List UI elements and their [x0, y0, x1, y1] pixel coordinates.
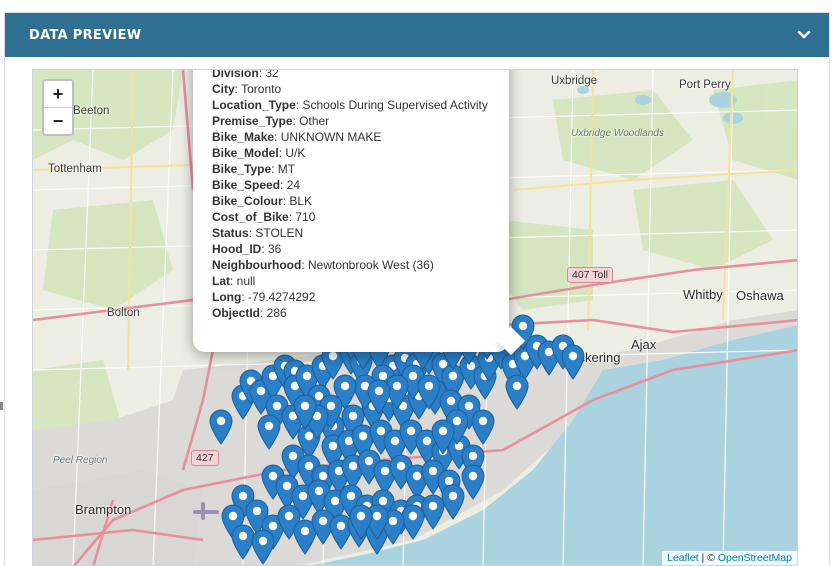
label-brampton: Brampton: [75, 502, 132, 517]
popup-row: Hood_ID: 36: [212, 241, 488, 257]
label-peel-region: Peel Region: [53, 455, 108, 466]
label-port-perry: Port Perry: [679, 79, 731, 91]
attribution-separator: | ©: [698, 552, 718, 564]
popup-field-value: : 24: [280, 178, 301, 192]
popup-field-key: Premise_Type: [212, 114, 293, 128]
label-tottenham: Tottenham: [48, 163, 102, 175]
popup-field-key: Bike_Model: [212, 146, 279, 160]
panel-title: DATA PREVIEW: [29, 27, 142, 43]
popup-field-key: Neighbourhood: [212, 258, 302, 272]
map-marker[interactable]: [471, 409, 495, 445]
map-marker[interactable]: [251, 529, 275, 565]
highway-407-shield: 407 Toll: [567, 267, 614, 283]
popup-field-key: Hood_ID: [212, 242, 262, 256]
popup-row: Premise_Type: Other: [212, 113, 488, 129]
leaflet-link[interactable]: Leaflet: [667, 552, 699, 564]
popup-field-key: Bike_Speed: [212, 178, 281, 192]
map-marker[interactable]: [505, 374, 529, 410]
map-marker[interactable]: [293, 394, 317, 430]
popup-row: Bike_Colour: BLK: [212, 193, 488, 209]
zoom-control: + −: [42, 79, 74, 136]
label-whitby: Whitby: [683, 287, 723, 302]
label-oshawa: Oshawa: [736, 288, 784, 303]
popup-field-value: : BLK: [282, 194, 313, 208]
popup-row: Long: -79.4274292: [212, 289, 488, 305]
map-marker[interactable]: [431, 419, 455, 455]
page-edge-mark: [0, 402, 3, 410]
map-marker[interactable]: [417, 374, 441, 410]
popup-row: Location_Type: Schools During Supervised…: [212, 97, 488, 113]
popup-field-value: : UNKNOWN MAKE: [274, 130, 382, 144]
popup-row: ObjectId: 286: [212, 305, 488, 321]
popup-field-value: : -79.4274292: [241, 290, 316, 304]
label-beeton: Beeton: [73, 105, 110, 117]
popup-field-key: Cost_of_Bike: [212, 210, 289, 224]
popup-field-key: Status: [212, 226, 249, 240]
popup-field-value: : Other: [292, 114, 330, 128]
popup-field-value: : Toronto: [234, 82, 282, 96]
popup-row: Bike_Make: UNKNOWN MAKE: [212, 129, 488, 145]
label-uxbridge: Uxbridge: [551, 75, 598, 87]
label-bolton: Bolton: [107, 307, 140, 319]
popup-field-key: Lat: [212, 274, 230, 288]
map-marker[interactable]: [367, 379, 391, 415]
popup-field-key: Division: [212, 69, 259, 80]
popup-row: Status: STOLEN: [212, 225, 488, 241]
popup-row: Bike_Type: MT: [212, 161, 488, 177]
popup-field-value: : 36: [261, 242, 282, 256]
popup-field-value: : 32: [258, 69, 279, 80]
popup-field-value: : STOLEN: [248, 226, 304, 240]
popup-field-key: Location_Type: [212, 98, 296, 112]
popup-row: Cost_of_Bike: 710: [212, 209, 488, 225]
map-marker[interactable]: [257, 414, 281, 450]
popup-field-value: : 710: [288, 210, 316, 224]
popup-field-key: ObjectId: [212, 306, 261, 320]
map-marker[interactable]: [349, 504, 373, 540]
popup-field-value: : U/K: [278, 146, 306, 160]
popup-field-value: : Schools During Supervised Activity: [295, 98, 488, 112]
popup-row: Division: 32: [212, 69, 488, 81]
panel-header[interactable]: DATA PREVIEW: [5, 13, 829, 57]
popup-field-key: Bike_Make: [212, 130, 275, 144]
marker-popup: Occurrence_Time: 09:00Division: 32City: …: [193, 69, 526, 356]
popup-field-value: : MT: [271, 162, 296, 176]
map-attribution: Leaflet | © OpenStreetMap: [662, 551, 797, 565]
map-marker[interactable]: [561, 344, 585, 380]
label-uxbridge-woodlands: Uxbridge Woodlands: [571, 128, 664, 139]
osm-link[interactable]: OpenStreetMap: [718, 552, 792, 564]
popup-row: Neighbourhood: Newtonbrook West (36): [212, 257, 488, 273]
popup-field-key: Bike_Colour: [212, 194, 283, 208]
popup-content: Occurrence_Time: 09:00Division: 32City: …: [212, 69, 488, 321]
popup-field-value: : Newtonbrook West (36): [301, 258, 434, 272]
popup-row: Bike_Model: U/K: [212, 145, 488, 161]
chevron-down-icon[interactable]: [795, 26, 813, 44]
popup-row: City: Toronto: [212, 81, 488, 97]
popup-field-key: Long: [212, 290, 242, 304]
popup-field-key: Bike_Type: [212, 162, 272, 176]
popup-field-key: City: [212, 82, 235, 96]
zoom-in-button[interactable]: +: [44, 81, 72, 107]
popup-field-value: : null: [230, 274, 256, 288]
popup-row: Lat: null: [212, 273, 488, 289]
label-ajax: Ajax: [631, 337, 657, 352]
highway-427-shield: 427: [191, 450, 219, 466]
zoom-out-button[interactable]: −: [44, 107, 72, 134]
map-view[interactable]: Beeton Tottenham Bolton Brampton Peel Re…: [32, 69, 798, 566]
map-marker[interactable]: [209, 409, 233, 445]
popup-field-value: : 286: [260, 306, 287, 320]
popup-row: Bike_Speed: 24: [212, 177, 488, 193]
